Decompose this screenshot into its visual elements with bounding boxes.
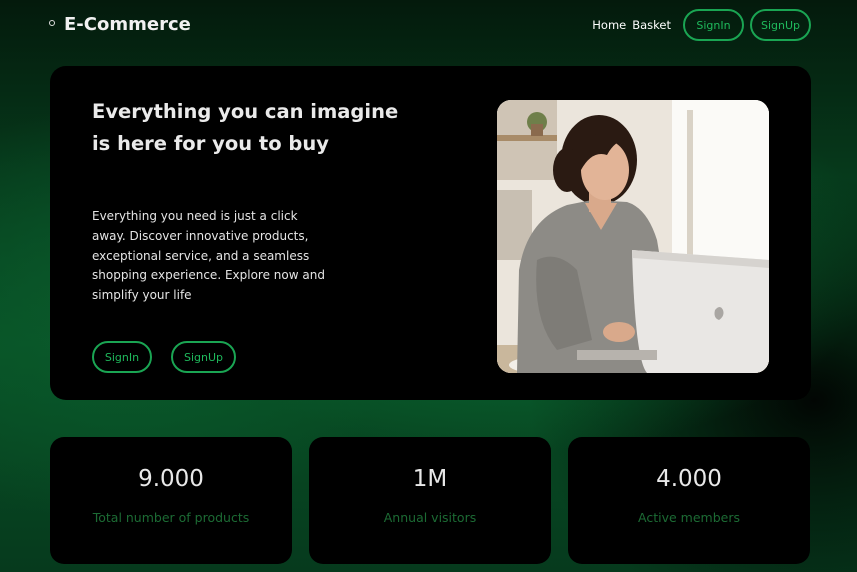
stat-label: Active members: [638, 510, 740, 525]
stat-label: Annual visitors: [383, 510, 477, 525]
woman-with-laptop-illustration: [497, 100, 769, 373]
stat-value: 9.000: [138, 466, 204, 492]
nav-links: Home Basket SignIn SignUp: [592, 9, 811, 41]
circle-icon: [49, 20, 55, 26]
nav-link-basket[interactable]: Basket: [632, 18, 671, 32]
nav-signin-button[interactable]: SignIn: [683, 9, 744, 41]
stat-card-products: 9.000 Total number of products: [50, 437, 292, 564]
hero-card: Everything you can imagine is here for y…: [50, 66, 811, 400]
hero-buttons: SignIn SignUp: [92, 341, 236, 373]
stat-label: Total number of products: [92, 510, 250, 525]
hero-description: Everything you need is just a click away…: [92, 209, 325, 303]
brand-logo-text[interactable]: E-Commerce: [64, 14, 191, 35]
nav-signup-button[interactable]: SignUp: [750, 9, 811, 41]
stat-card-visitors: 1M Annual visitors: [309, 437, 551, 564]
hero-signin-button[interactable]: SignIn: [92, 341, 152, 373]
stat-value: 1M: [412, 466, 448, 492]
hero-signup-button[interactable]: SignUp: [171, 341, 236, 373]
top-navbar: E-Commerce Home Basket SignIn SignUp: [0, 0, 857, 54]
stat-card-members: 4.000 Active members: [568, 437, 810, 564]
nav-link-home[interactable]: Home: [592, 18, 626, 32]
hero-title: Everything you can imagine is here for y…: [92, 100, 399, 155]
hero-photo: [497, 100, 769, 373]
stat-value: 4.000: [656, 466, 722, 492]
